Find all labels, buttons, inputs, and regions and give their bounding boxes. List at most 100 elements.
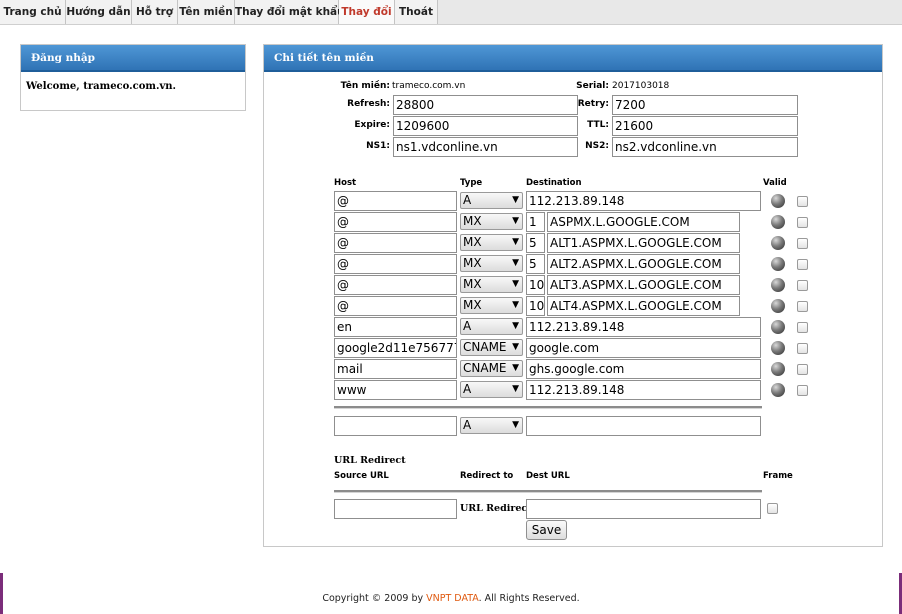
refresh-label: Refresh: (347, 99, 390, 109)
record-priority-input[interactable]: 5 (526, 254, 545, 274)
chevron-down-icon: ▼ (512, 342, 519, 352)
chevron-down-icon: ▼ (512, 363, 519, 373)
record-type-select[interactable]: MX ▼ (460, 276, 523, 293)
record-type-value: CNAME (463, 361, 507, 375)
record-host-input[interactable]: @ (334, 254, 457, 274)
redirect-type-label: URL Redirect (460, 503, 532, 514)
record-select-checkbox[interactable] (797, 301, 808, 312)
record-status-icon (771, 299, 785, 313)
record-priority-input[interactable]: 10 (526, 296, 545, 316)
redirect-divider (334, 490, 762, 493)
record-destination-input[interactable]: google.com (526, 338, 761, 358)
serial-value: 2017103018 (612, 81, 670, 91)
record-priority-input[interactable]: 10 (526, 275, 545, 295)
new-type-select[interactable]: A ▼ (460, 417, 523, 434)
tab-huong-dan[interactable]: Hướng dẫn (66, 0, 132, 24)
record-select-checkbox[interactable] (797, 343, 808, 354)
login-panel: Đăng nhập Welcome, trameco.com.vn. (20, 44, 246, 111)
record-type-value: MX (463, 235, 482, 249)
record-select-checkbox[interactable] (797, 259, 808, 270)
new-type-value: A (463, 418, 472, 432)
record-host-input[interactable]: mail (334, 359, 457, 379)
tab-ho-tro[interactable]: Hỗ trợ (132, 0, 178, 24)
tab-thoat[interactable]: Thoát (395, 0, 438, 24)
record-priority-input[interactable]: 5 (526, 233, 545, 253)
record-type-select[interactable]: A ▼ (460, 381, 523, 398)
record-select-checkbox[interactable] (797, 238, 808, 249)
record-type-select[interactable]: MX ▼ (460, 297, 523, 314)
record-status-icon (771, 194, 785, 208)
record-host-input[interactable]: google2d11e756777dc (334, 338, 457, 358)
record-host-input[interactable]: www (334, 380, 457, 400)
frame-checkbox[interactable] (767, 503, 778, 514)
record-status-icon (771, 383, 785, 397)
record-select-checkbox[interactable] (797, 196, 808, 207)
ttl-field[interactable]: 21600 (612, 116, 798, 136)
record-status-icon (771, 362, 785, 376)
record-type-value: MX (463, 256, 482, 270)
record-host-input[interactable]: @ (334, 191, 457, 211)
ns2-field[interactable]: ns2.vdconline.vn (612, 137, 798, 157)
ns2-label: NS2: (585, 141, 609, 151)
retry-label: Retry: (577, 99, 609, 109)
record-host-input[interactable]: @ (334, 296, 457, 316)
footer-suffix: . All Rights Reserved. (478, 593, 580, 604)
record-type-select[interactable]: A ▼ (460, 192, 523, 209)
record-type-value: MX (463, 277, 482, 291)
dest-url-input[interactable] (526, 499, 761, 519)
record-destination-input[interactable]: ASPMX.L.GOOGLE.COM (547, 212, 740, 232)
record-destination-input[interactable]: ALT3.ASPMX.L.GOOGLE.COM (547, 275, 740, 295)
chevron-down-icon: ▼ (512, 258, 519, 268)
record-select-checkbox[interactable] (797, 217, 808, 228)
record-type-select[interactable]: MX ▼ (460, 234, 523, 251)
record-destination-input[interactable]: 112.213.89.148 (526, 380, 761, 400)
tab-trang-chu[interactable]: Trang chủ (0, 0, 66, 24)
record-host-input[interactable]: en (334, 317, 457, 337)
record-destination-input[interactable]: ghs.google.com (526, 359, 761, 379)
record-type-value: A (463, 193, 472, 207)
save-button[interactable]: Save (526, 520, 567, 540)
record-type-select[interactable]: MX ▼ (460, 213, 523, 230)
record-host-input[interactable]: @ (334, 275, 457, 295)
domain-name-value: trameco.com.vn (392, 81, 466, 91)
retry-field[interactable]: 7200 (612, 95, 798, 115)
record-select-checkbox[interactable] (797, 364, 808, 375)
record-destination-input[interactable]: ALT1.ASPMX.L.GOOGLE.COM (547, 233, 740, 253)
record-type-value: A (463, 319, 472, 333)
chevron-down-icon: ▼ (512, 279, 519, 289)
expire-field[interactable]: 1209600 (393, 116, 578, 136)
tab-ten-mien[interactable]: Tên miền (178, 0, 235, 24)
record-select-checkbox[interactable] (797, 322, 808, 333)
source-url-input[interactable] (334, 499, 457, 519)
record-type-value: MX (463, 214, 482, 228)
record-destination-input[interactable]: 112.213.89.148 (526, 191, 761, 211)
record-priority-input[interactable]: 1 (526, 212, 545, 232)
record-select-checkbox[interactable] (797, 280, 808, 291)
new-host-input[interactable] (334, 416, 457, 436)
record-destination-input[interactable]: ALT4.ASPMX.L.GOOGLE.COM (547, 296, 740, 316)
record-destination-input[interactable]: ALT2.ASPMX.L.GOOGLE.COM (547, 254, 740, 274)
record-host-input[interactable]: @ (334, 233, 457, 253)
record-host-input[interactable]: @ (334, 212, 457, 232)
record-destination-input[interactable]: 112.213.89.148 (526, 317, 761, 337)
refresh-field[interactable]: 28800 (393, 95, 578, 115)
source-url-header: Source URL (334, 471, 389, 481)
tab-thay-doi[interactable]: Thay đổi (339, 0, 395, 24)
ns1-label: NS1: (366, 141, 390, 151)
record-type-value: CNAME (463, 340, 507, 354)
new-destination-input[interactable] (526, 416, 761, 436)
tab-thay-doi-mat-khau[interactable]: Thay đổi mật khẩu (235, 0, 345, 24)
domain-detail-title: Chi tiết tên miền (264, 45, 882, 72)
expire-label: Expire: (354, 120, 390, 130)
domain-name-label: Tên miền: (340, 81, 390, 91)
record-type-select[interactable]: MX ▼ (460, 255, 523, 272)
dest-url-header: Dest URL (526, 471, 570, 481)
record-type-select[interactable]: CNAME ▼ (460, 360, 523, 377)
ttl-label: TTL: (587, 120, 609, 130)
url-redirect-title: URL Redirect (334, 455, 406, 466)
record-type-select[interactable]: A ▼ (460, 318, 523, 335)
footer-brand-link[interactable]: VNPT DATA (426, 593, 478, 604)
record-type-select[interactable]: CNAME ▼ (460, 339, 523, 356)
ns1-field[interactable]: ns1.vdconline.vn (393, 137, 578, 157)
record-select-checkbox[interactable] (797, 385, 808, 396)
